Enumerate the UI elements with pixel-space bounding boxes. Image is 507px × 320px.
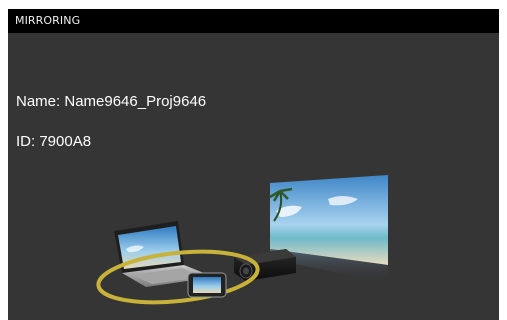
title-bar: MIRRORING	[8, 9, 499, 33]
device-id-line: ID: 7900A8	[16, 133, 91, 150]
projector-icon	[234, 249, 296, 281]
mirroring-screen: MIRRORING Name: Name9646_Proj9646 ID: 79…	[8, 9, 499, 320]
smartphone-icon	[187, 272, 227, 298]
name-value: Name9646_Proj9646	[64, 93, 207, 110]
screen-title: MIRRORING	[15, 14, 81, 27]
mirroring-illustration-icon	[96, 175, 388, 305]
id-label: ID:	[16, 133, 36, 150]
name-label: Name:	[16, 93, 61, 110]
id-value: 7900A8	[39, 133, 92, 150]
device-name-line: Name: Name9646_Proj9646	[16, 93, 206, 110]
